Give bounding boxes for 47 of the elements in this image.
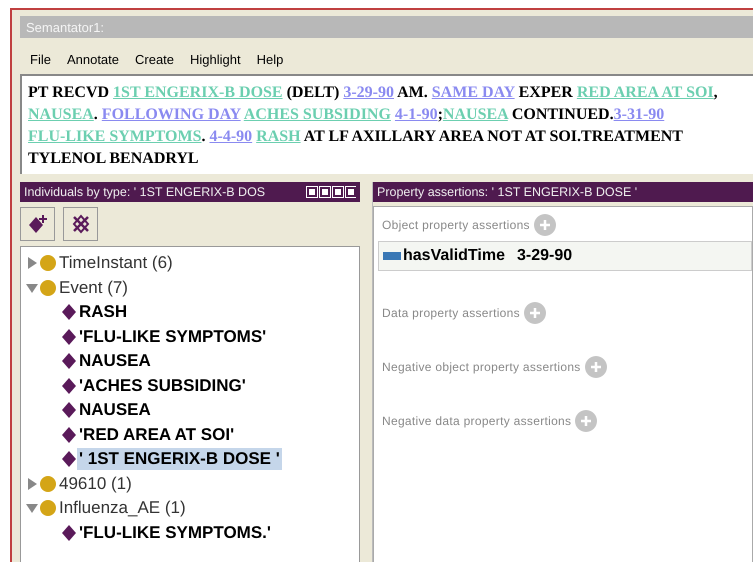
diamond-icon xyxy=(61,426,77,444)
delete-individual-button[interactable] xyxy=(63,207,98,241)
menu-item[interactable]: Create xyxy=(127,52,182,67)
circle-icon xyxy=(39,474,57,493)
window-title: Semantator1: xyxy=(20,16,753,38)
individual-label[interactable]: 'RED AREA AT SOI' xyxy=(77,424,236,446)
diamond-icon xyxy=(61,524,77,542)
class-label[interactable]: TimeInstant (6) xyxy=(57,252,175,274)
circle-icon xyxy=(39,278,57,297)
section-label: Object property assertions xyxy=(382,218,530,232)
individual-label[interactable]: ' 1ST ENGERIX-B DOSE ' xyxy=(77,448,282,470)
window-controls-icon[interactable] xyxy=(306,186,356,198)
menu-item[interactable]: Highlight xyxy=(182,52,249,67)
circle-icon xyxy=(39,254,57,272)
diamond-icon xyxy=(61,328,77,346)
class-label[interactable]: 49610 (1) xyxy=(57,472,134,495)
document-text: PT RECVD 1ST ENGERIX-B DOSE (DELT) 3-29-90 AM. SAME DAY EXPER RED AREA AT SOI, NAUSEA. FOLLOWING DAY ACHES SUBSIDING 4-1-90;NAUSEA CONTINUED.3-31-90 FLU-LIKE SYMPTOMS. 4-4-90 RASH AT LF AXILLARY AREA NOT AT SOI.TREATMENT TYLENOL BENADRYL xyxy=(20,74,753,174)
diamond-icon xyxy=(61,401,77,420)
menu-item[interactable]: Annotate xyxy=(58,52,127,67)
individual-label[interactable]: 'FLU-LIKE SYMPTOMS.' xyxy=(77,522,273,544)
diamond-icon xyxy=(61,303,77,322)
individual-label[interactable]: RASH xyxy=(77,301,130,324)
section-label: Negative data property assertions xyxy=(382,414,572,428)
assertion-property: hasValidTime xyxy=(403,247,505,265)
individual-label[interactable]: 'ACHES SUBSIDING' xyxy=(77,374,248,397)
menu-item[interactable]: File xyxy=(22,52,59,67)
add-diamond-icon xyxy=(26,213,48,235)
diamond-icon xyxy=(61,376,77,395)
collapse-arrow-icon[interactable] xyxy=(25,501,39,516)
menu-item[interactable]: Help xyxy=(248,52,292,67)
diamond-icon xyxy=(61,352,77,370)
add-individual-button[interactable] xyxy=(20,207,55,241)
expand-arrow-icon[interactable] xyxy=(25,256,39,270)
class-label[interactable]: Event (7) xyxy=(57,276,130,299)
assertion-value: 3-29-90 xyxy=(516,247,572,265)
individual-label[interactable]: 'FLU-LIKE SYMPTOMS' xyxy=(77,326,268,348)
individual-label[interactable]: NAUSEA xyxy=(77,399,153,422)
panel-title: Property assertions: ' 1ST ENGERIX-B DOSE ' xyxy=(377,185,638,199)
expand-arrow-icon[interactable] xyxy=(25,476,39,491)
section-label: Negative object property assertions xyxy=(382,360,581,374)
panel-title: Individuals by type: ' 1ST ENGERIX-B DOS xyxy=(24,185,266,199)
class-label[interactable]: Influenza_AE (1) xyxy=(57,497,188,520)
property-icon xyxy=(383,252,401,260)
assertion-row[interactable]: hasValidTime 3-29-90 xyxy=(378,241,752,271)
individual-label[interactable]: NAUSEA xyxy=(77,350,153,372)
section-label: Data property assertions xyxy=(382,306,520,320)
circle-icon xyxy=(39,499,57,518)
